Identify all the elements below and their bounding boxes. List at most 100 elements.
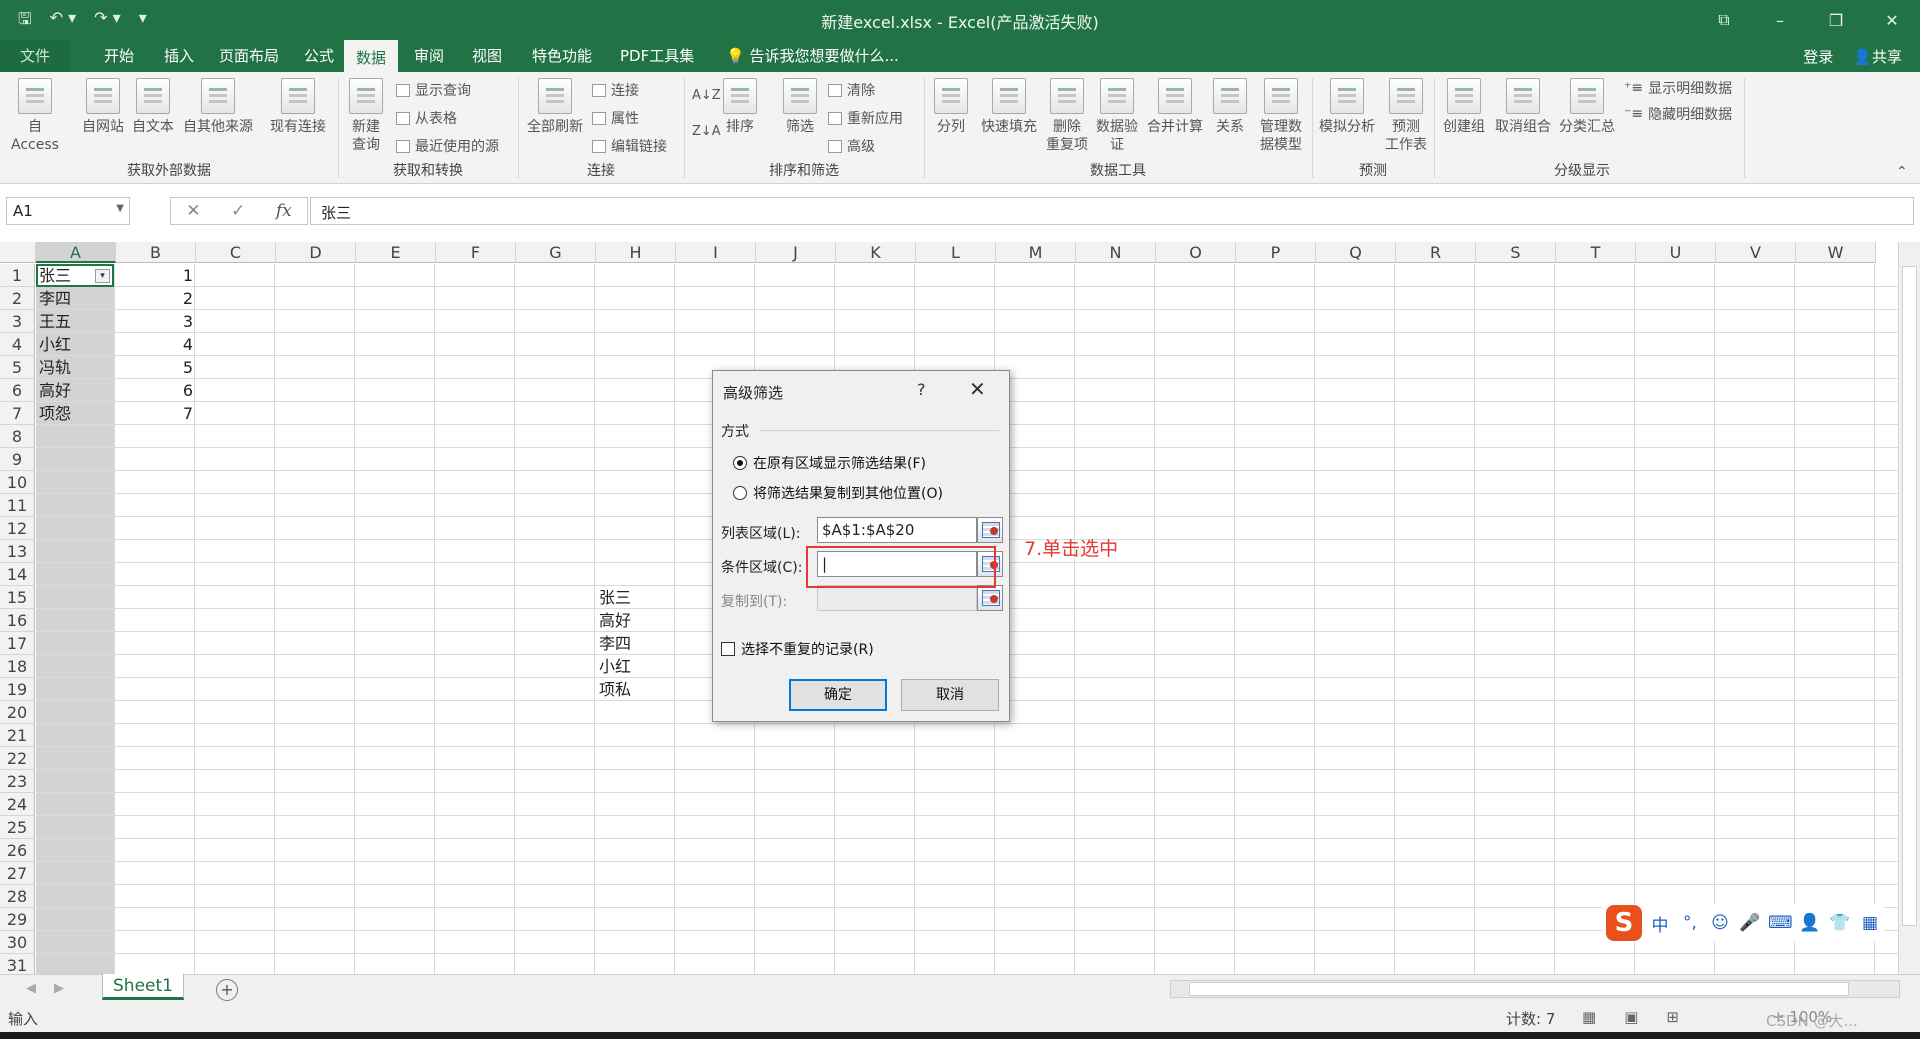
sogou-logo-icon[interactable]: S <box>1606 905 1642 941</box>
ok-button[interactable]: 确定 <box>789 679 887 711</box>
flash-fill-button[interactable]: 快速填充 <box>976 78 1042 136</box>
share-button[interactable]: 👤共享 <box>1853 46 1902 67</box>
cancel-entry-icon[interactable]: ✕ <box>186 201 200 221</box>
table-cell[interactable]: 项怨 <box>36 402 116 425</box>
column-header[interactable]: D <box>276 242 356 263</box>
subtotal-button[interactable]: 分类汇总 <box>1556 78 1618 136</box>
tab-review[interactable]: 审阅 <box>402 40 456 72</box>
prev-sheet-icon[interactable]: ◀ <box>26 981 36 996</box>
table-cell[interactable]: 6 <box>116 379 196 402</box>
column-header[interactable]: K <box>836 242 916 263</box>
skin-icon[interactable]: 👕 <box>1828 913 1852 933</box>
row-header[interactable]: 25 <box>0 816 35 839</box>
column-header[interactable]: O <box>1156 242 1236 263</box>
show-queries-button[interactable]: 显示查询 <box>396 80 471 100</box>
list-range-input[interactable]: $A$1:$A$20 <box>817 517 977 543</box>
from-other-sources-button[interactable]: 自其他来源 <box>178 78 258 136</box>
row-header[interactable]: 9 <box>0 448 35 471</box>
table-cell[interactable]: 李四 <box>36 287 116 310</box>
chinese-mode-icon[interactable]: 中 <box>1648 911 1672 936</box>
hide-detail-button[interactable]: ⁻≡ 隐藏明细数据 <box>1624 104 1732 124</box>
column-header[interactable]: W <box>1796 242 1876 263</box>
row-header[interactable]: 17 <box>0 632 35 655</box>
table-cell[interactable]: 高好 <box>36 379 116 402</box>
scroll-thumb[interactable] <box>1902 266 1917 926</box>
column-header[interactable]: A <box>36 242 116 263</box>
table-cell[interactable]: 1 <box>116 264 196 287</box>
minimize-icon[interactable]: – <box>1752 0 1808 40</box>
row-header[interactable]: 3 <box>0 310 35 333</box>
edit-links-button[interactable]: 编辑链接 <box>592 136 667 156</box>
column-header[interactable]: U <box>1636 242 1716 263</box>
column-header[interactable]: B <box>116 242 196 263</box>
table-cell[interactable]: 高好 <box>596 609 676 632</box>
table-cell[interactable]: 张三 <box>36 264 116 287</box>
row-header[interactable]: 15 <box>0 586 35 609</box>
connections-button[interactable]: 连接 <box>592 80 639 100</box>
next-sheet-icon[interactable]: ▶ <box>54 981 64 996</box>
close-icon[interactable]: ✕ <box>1864 0 1920 40</box>
from-table-button[interactable]: 从表格 <box>396 108 457 128</box>
row-header[interactable]: 10 <box>0 471 35 494</box>
toolbox-icon[interactable]: ▦ <box>1858 913 1882 933</box>
select-all-corner[interactable] <box>0 242 36 263</box>
collapse-ribbon-icon[interactable]: ⌃ <box>1896 164 1908 180</box>
table-cell[interactable]: 李四 <box>596 632 676 655</box>
tab-pdf-tools[interactable]: PDF工具集 <box>608 40 706 72</box>
row-header[interactable]: 18 <box>0 655 35 678</box>
row-header[interactable]: 19 <box>0 678 35 701</box>
row-header[interactable]: 21 <box>0 724 35 747</box>
horizontal-scrollbar[interactable] <box>1170 980 1900 998</box>
from-access-button[interactable]: 自 Access <box>4 78 66 154</box>
row-header[interactable]: 1 <box>0 264 35 287</box>
ungroup-button[interactable]: 取消组合 <box>1492 78 1554 136</box>
data-validation-button[interactable]: 数据验 证 <box>1092 78 1142 154</box>
table-cell[interactable]: 张三 <box>596 586 676 609</box>
restore-icon[interactable]: ❐ <box>1808 0 1864 40</box>
column-header[interactable]: Q <box>1316 242 1396 263</box>
chevron-down-icon[interactable]: ▼ <box>116 203 124 214</box>
filter-button[interactable]: 筛选 <box>780 78 820 136</box>
row-header[interactable]: 28 <box>0 885 35 908</box>
show-detail-button[interactable]: ⁺≡ 显示明细数据 <box>1624 78 1732 98</box>
reapply-button[interactable]: 重新应用 <box>828 108 903 128</box>
row-header[interactable]: 4 <box>0 333 35 356</box>
row-header[interactable]: 13 <box>0 540 35 563</box>
column-header[interactable]: P <box>1236 242 1316 263</box>
punctuation-icon[interactable]: °, <box>1678 913 1702 933</box>
advanced-filter-button[interactable]: 高级 <box>828 136 875 156</box>
table-cell[interactable]: 王五 <box>36 310 116 333</box>
recent-sources-button[interactable]: 最近使用的源 <box>396 136 499 156</box>
table-cell[interactable]: 2 <box>116 287 196 310</box>
table-cell[interactable]: 冯轨 <box>36 356 116 379</box>
table-cell[interactable]: 5 <box>116 356 196 379</box>
column-header[interactable]: H <box>596 242 676 263</box>
microphone-icon[interactable]: 🎤 <box>1738 913 1762 933</box>
row-header[interactable]: 31 <box>0 954 35 974</box>
properties-button[interactable]: 属性 <box>592 108 639 128</box>
tab-view[interactable]: 视图 <box>460 40 514 72</box>
row-header[interactable]: 7 <box>0 402 35 425</box>
name-box[interactable]: A1 ▼ <box>6 197 130 225</box>
tab-special[interactable]: 特色功能 <box>520 40 604 72</box>
consolidate-button[interactable]: 合并计算 <box>1144 78 1206 136</box>
row-header[interactable]: 12 <box>0 517 35 540</box>
ribbon-display-icon[interactable]: ⧉ <box>1696 0 1752 40</box>
row-header[interactable]: 22 <box>0 747 35 770</box>
row-header[interactable]: 2 <box>0 287 35 310</box>
sort-button[interactable]: 排序 <box>720 78 760 136</box>
hscroll-thumb[interactable] <box>1189 982 1849 996</box>
column-header[interactable]: E <box>356 242 436 263</box>
table-cell[interactable]: 3 <box>116 310 196 333</box>
row-header[interactable]: 30 <box>0 931 35 954</box>
row-header[interactable]: 23 <box>0 770 35 793</box>
close-icon[interactable]: ✕ <box>969 377 986 401</box>
formula-input[interactable]: 张三 <box>310 197 1914 225</box>
column-header[interactable]: I <box>676 242 756 263</box>
row-header[interactable]: 8 <box>0 425 35 448</box>
text-to-columns-button[interactable]: 分列 <box>930 78 972 136</box>
copy-to-location-radio[interactable]: 将筛选结果复制到其他位置(O) <box>733 483 943 503</box>
column-header[interactable]: T <box>1556 242 1636 263</box>
row-header[interactable]: 20 <box>0 701 35 724</box>
tab-file[interactable]: 文件 <box>0 40 70 72</box>
